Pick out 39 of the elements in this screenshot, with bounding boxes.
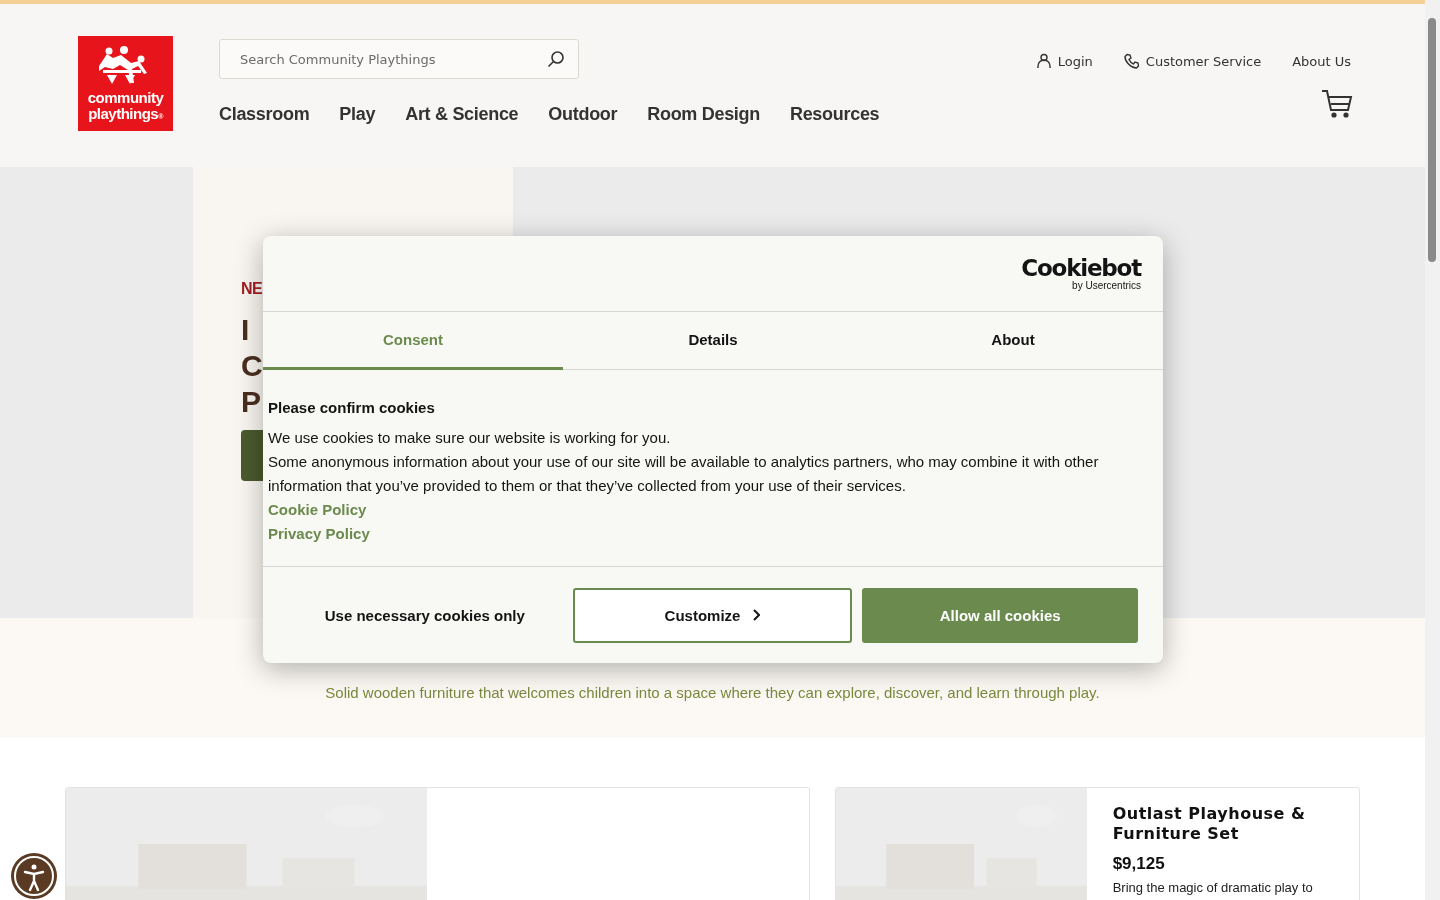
hero-heading: I: [241, 312, 250, 348]
policy-link[interactable]: Cookie Policy: [268, 498, 367, 522]
search-field[interactable]: Search Community Playthings: [219, 39, 579, 79]
hero-heading: C: [241, 348, 263, 384]
nav-link[interactable]: Outdoor: [548, 104, 618, 125]
dialog-text: We use cookies to make sure our website is working for you.: [268, 428, 672, 448]
dialog-text: Some anonymous information about your use of our site will be available to analytics partners, who may combine it with other information that you’ve provided to them or that they’ve collected from your use of their services.: [268, 452, 1100, 496]
utility-link[interactable]: Login: [1035, 53, 1093, 69]
accessibility-icon[interactable]: [10, 852, 58, 900]
dialog-tab[interactable]: About: [863, 312, 1163, 370]
dialog-tab[interactable]: Consent: [263, 312, 563, 370]
product-price: $9,125: [1112, 854, 1166, 874]
nav-link[interactable]: Play: [339, 104, 376, 125]
phone-icon: [1123, 53, 1140, 69]
nav-link[interactable]: Resources: [789, 104, 880, 125]
consent-button[interactable]: Allow all cookies: [862, 587, 1138, 643]
logo-text: community: [87, 90, 164, 106]
utility-link[interactable]: About Us: [1292, 53, 1351, 69]
cart-icon[interactable]: [1321, 89, 1353, 119]
chevron-icon: [752, 609, 761, 621]
product-description: Bring the magic of dramatic play to: [1112, 880, 1314, 895]
scrollbar[interactable]: [1425, 0, 1440, 900]
dialog-title: Please confirm cookies: [268, 398, 436, 418]
nav-link[interactable]: Room Design: [647, 104, 760, 125]
consent-button[interactable]: Customize: [572, 587, 853, 643]
hero-heading: P: [241, 384, 261, 420]
product-card[interactable]: Outlast Playhouse & Furniture Set $9,125 Bring the magic of dramatic play to: [834, 787, 1360, 900]
nav-link[interactable]: Classroom: [219, 104, 310, 125]
utility-link[interactable]: Customer Service: [1123, 53, 1262, 69]
dialog-tab[interactable]: Details: [563, 312, 863, 370]
search-icon[interactable]: [547, 50, 565, 68]
policy-link[interactable]: Privacy Policy: [268, 522, 370, 546]
nav-link[interactable]: Art & Science: [405, 104, 519, 125]
consent-button[interactable]: Use necessary cookies only: [287, 587, 563, 643]
cookiebot-logo: Cookiebot by Usercentrics: [1021, 256, 1141, 291]
hero-eyebrow: NE: [241, 280, 263, 298]
person-icon: [1035, 53, 1052, 69]
product-title[interactable]: Outlast Playhouse & Furniture Set: [1112, 804, 1333, 844]
section-subtitle: Solid wooden furniture that welcomes children into a space where they can explore, discover, and learn through play.: [325, 684, 1100, 701]
